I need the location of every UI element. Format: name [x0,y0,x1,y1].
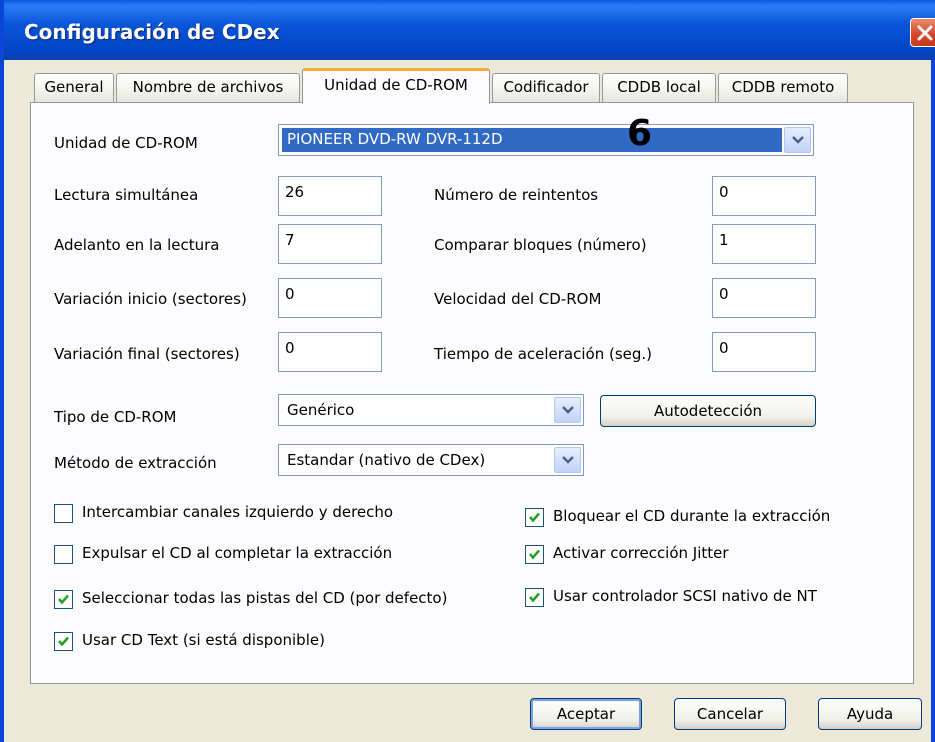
aceleracion-input[interactable]: 0 [712,332,816,372]
metodo-label: Método de extracción [54,454,217,472]
scsi-checkbox[interactable] [525,588,544,607]
drive-label: Unidad de CD-ROM [54,134,198,152]
drive-select[interactable]: PIONEER DVD-RW DVR-112D 6 [278,113,814,156]
metodo-selected-value: Estandar (nativo de CDex) [287,451,486,469]
intercambiar-checkbox[interactable] [54,504,73,523]
cdtext-checkbox[interactable] [54,632,73,651]
drive-selected-value: PIONEER DVD-RW DVR-112D [287,130,503,148]
checkmark-icon [58,594,69,605]
title-bar[interactable]: Configuración de CDex [4,0,935,60]
variacion-final-label: Variación final (sectores) [54,345,240,363]
close-icon [917,25,933,41]
settings-dialog: Configuración de CDex General Nombre de … [0,0,935,742]
checkmark-icon [529,549,540,560]
tipo-selected-value: Genérico [287,401,355,419]
drive-dropdown-button[interactable] [784,127,811,153]
variacion-final-input[interactable]: 0 [278,332,382,372]
lectura-simultanea-input[interactable]: 26 [278,176,382,216]
expulsar-label[interactable]: Expulsar el CD al completar la extracció… [82,544,392,562]
tab-general[interactable]: General [34,73,114,102]
velocidad-input[interactable]: 0 [712,278,816,318]
scsi-label[interactable]: Usar controlador SCSI nativo de NT [553,587,817,605]
close-button[interactable] [910,18,935,47]
tipo-label: Tipo de CD-ROM [54,408,177,426]
reintentos-label: Número de reintentos [434,186,599,204]
tipo-select[interactable]: Genérico [278,394,584,426]
bloquear-checkbox[interactable] [525,508,544,527]
comparar-input[interactable]: 1 [712,224,816,264]
tab-unidad-de-cd-rom[interactable]: Unidad de CD-ROM [302,68,490,104]
chevron-down-icon [562,406,574,414]
seleccionar-label[interactable]: Seleccionar todas las pistas del CD (por… [82,589,447,607]
aceleracion-label: Tiempo de aceleración (seg.) [434,345,653,363]
chevron-down-icon [792,136,804,144]
seleccionar-checkbox[interactable] [54,590,73,609]
chevron-down-icon [562,456,574,464]
checkmark-icon [529,592,540,603]
autodeteccion-button[interactable]: Autodetección [600,395,816,427]
cancelar-button[interactable]: Cancelar [674,698,786,730]
tab-codificador[interactable]: Codificador [492,73,600,102]
checkmark-icon [529,512,540,523]
tab-nombre-de-archivos[interactable]: Nombre de archivos [116,73,300,102]
variacion-inicio-input[interactable]: 0 [278,278,382,318]
adelanto-input[interactable]: 7 [278,224,382,264]
bloquear-label[interactable]: Bloquear el CD durante la extracción [553,507,830,525]
lectura-simultanea-label: Lectura simultánea [54,186,199,204]
variacion-inicio-label: Variación inicio (sectores) [54,290,247,308]
jitter-label[interactable]: Activar corrección Jitter [553,544,729,562]
checkmark-icon [58,636,69,647]
jitter-checkbox[interactable] [525,545,544,564]
tab-cddb-local[interactable]: CDDB local [602,73,716,102]
intercambiar-label[interactable]: Intercambiar canales izquierdo y derecho [82,503,393,521]
aceptar-button[interactable]: Aceptar [530,698,642,730]
tipo-dropdown-button[interactable] [554,397,581,423]
window-title: Configuración de CDex [24,20,280,44]
reintentos-input[interactable]: 0 [712,176,816,216]
ayuda-button[interactable]: Ayuda [818,698,922,730]
adelanto-label: Adelanto en la lectura [54,236,220,254]
metodo-select[interactable]: Estandar (nativo de CDex) [278,444,584,476]
metodo-dropdown-button[interactable] [554,447,581,473]
cdtext-label[interactable]: Usar CD Text (si está disponible) [82,631,325,649]
drive-annotation-number: 6 [627,113,653,154]
tab-cddb-remoto[interactable]: CDDB remoto [718,73,848,102]
velocidad-label: Velocidad del CD-ROM [434,290,602,308]
comparar-label: Comparar bloques (número) [434,236,647,254]
expulsar-checkbox[interactable] [54,545,73,564]
